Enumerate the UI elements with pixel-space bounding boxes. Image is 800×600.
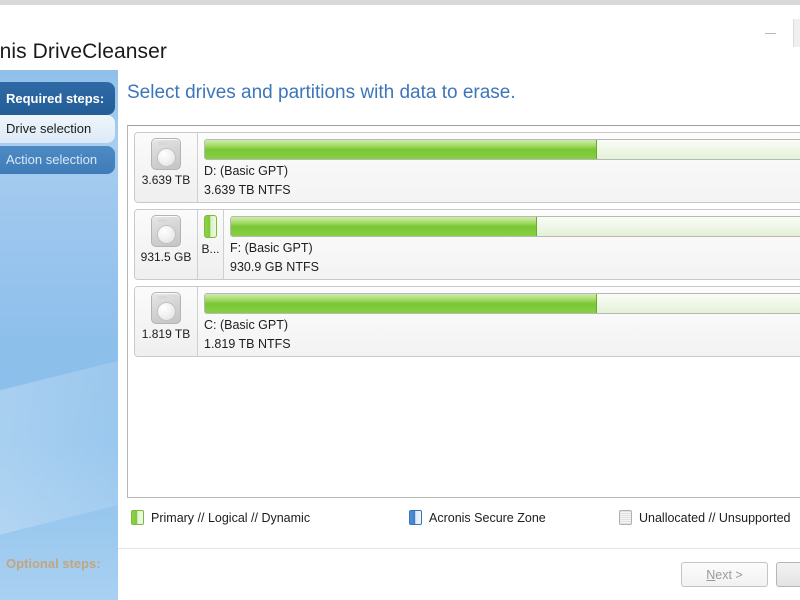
disk-cell[interactable]: 3.639 TB (135, 133, 198, 202)
partition-subtitle: 930.9 GB NTFS (230, 260, 319, 274)
disk-slot-icon (158, 142, 167, 145)
drive-row[interactable]: 931.5 GB B... F: (Basic GPT) 930.9 GB NT… (134, 209, 800, 280)
disk-size-label: 1.819 TB (141, 327, 191, 341)
sidebar-item-action-selection[interactable]: Action selection (0, 146, 115, 174)
legend: Primary // Logical // Dynamic Acronis Se… (127, 510, 800, 536)
partition-title: C: (Basic GPT) (204, 318, 289, 332)
next-button[interactable]: Next > (681, 562, 768, 587)
page-title: Select drives and partitions with data t… (127, 82, 516, 103)
partition-title: D: (Basic GPT) (204, 164, 289, 178)
partition-title: F: (Basic GPT) (230, 241, 313, 255)
partition-subtitle: 1.819 TB NTFS (204, 337, 291, 351)
title-bar: Acronis DriveCleanser (0, 5, 800, 70)
disk-platter-icon (157, 148, 176, 167)
minimize-icon (764, 32, 776, 34)
blue-partition-icon (409, 510, 422, 525)
window-controls (747, 19, 800, 47)
sidebar-optional-steps-header: Optional steps: (6, 556, 101, 571)
partition-subtitle: 3.639 TB NTFS (204, 183, 291, 197)
partition-usage-bar (204, 139, 800, 160)
hard-disk-icon (151, 215, 181, 247)
partition-cell[interactable]: C: (Basic GPT) 1.819 TB NTFS (198, 287, 800, 356)
partition-usage-bar (204, 293, 800, 314)
grey-hatched-icon (619, 510, 632, 525)
sidebar: Required steps: Drive selection Action s… (0, 70, 118, 600)
legend-item-primary: Primary // Logical // Dynamic (131, 510, 310, 525)
disk-platter-icon (157, 225, 176, 244)
legend-label: Primary // Logical // Dynamic (151, 510, 311, 525)
partition-usage-fill (231, 217, 537, 236)
hard-disk-icon (151, 138, 181, 170)
small-partition-cell[interactable]: B... (198, 210, 224, 279)
legend-label: Acronis Secure Zone (429, 510, 546, 525)
application-window: Acronis DriveCleanser Required steps: Dr… (0, 0, 800, 600)
drive-row[interactable]: 3.639 TB D: (Basic GPT) 3.639 TB NTFS (134, 132, 800, 203)
disk-size-label: 3.639 TB (141, 173, 191, 187)
disk-cell[interactable]: 1.819 TB (135, 287, 198, 356)
next-label-rest: ext > (715, 567, 743, 582)
small-partition-bar (204, 215, 217, 238)
disk-cell[interactable]: 931.5 GB (135, 210, 198, 279)
small-partition-label: B... (201, 242, 220, 256)
hard-disk-icon (151, 292, 181, 324)
sidebar-required-steps-header: Required steps: (0, 82, 115, 115)
legend-item-unallocated: Unallocated // Unsupported (619, 510, 790, 525)
disk-size-label: 931.5 GB (140, 250, 192, 264)
footer-divider (118, 548, 800, 549)
green-partition-icon (131, 510, 144, 525)
partition-usage-bar (230, 216, 800, 237)
legend-label: Unallocated // Unsupported (639, 510, 791, 525)
partition-usage-fill (205, 140, 597, 159)
disk-slot-icon (158, 219, 167, 222)
legend-item-secure-zone: Acronis Secure Zone (409, 510, 546, 525)
footer-bar: Next > (118, 548, 800, 600)
next-accel-letter: N (706, 567, 716, 582)
partition-cell[interactable]: D: (Basic GPT) 3.639 TB NTFS (198, 133, 800, 202)
sidebar-item-drive-selection[interactable]: Drive selection (0, 115, 115, 143)
maximize-button[interactable] (793, 19, 800, 47)
disk-platter-icon (157, 302, 176, 321)
next-button-label: Next > (706, 568, 742, 582)
app-title: Acronis DriveCleanser (0, 40, 168, 63)
minimize-button[interactable] (747, 20, 793, 46)
drive-list-panel[interactable]: 3.639 TB D: (Basic GPT) 3.639 TB NTFS 93… (127, 125, 800, 498)
cancel-button[interactable] (776, 562, 800, 587)
drive-row[interactable]: 1.819 TB C: (Basic GPT) 1.819 TB NTFS (134, 286, 800, 357)
partition-usage-fill (205, 294, 597, 313)
main-content: Select drives and partitions with data t… (118, 70, 800, 600)
disk-slot-icon (158, 296, 167, 299)
partition-cell[interactable]: F: (Basic GPT) 930.9 GB NTFS (224, 210, 800, 279)
